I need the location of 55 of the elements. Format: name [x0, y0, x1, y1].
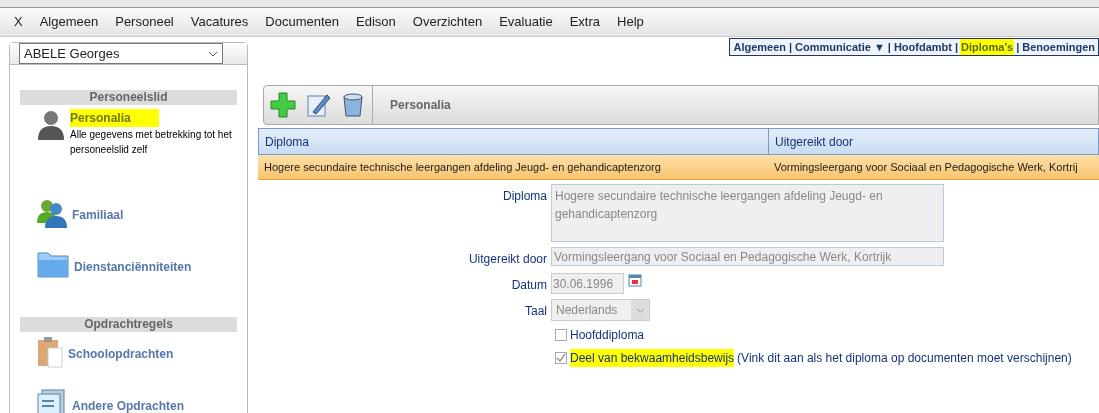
nav-link[interactable]: Dienstanciënniteiten [74, 258, 192, 276]
field-label: Taal [524, 303, 547, 320]
field-label: Uitgereikt door [467, 251, 547, 268]
calendar-icon[interactable] [628, 273, 642, 287]
tab-separator: | [953, 39, 960, 55]
menu-item[interactable]: X [14, 12, 23, 32]
checkbox[interactable] [555, 352, 567, 364]
toolbar-title: Personalia [390, 97, 451, 114]
tab[interactable]: Hoofdambt [892, 38, 953, 56]
plus-icon[interactable] [270, 92, 296, 118]
tab[interactable]: Algemeen [732, 38, 787, 56]
tab-separator: | [886, 39, 892, 55]
checkbox-label: Hoofddiploma [570, 327, 645, 344]
table-cell-text: Vormingsleergang voor Sociaal en Pedagogische Werk, Kortrij [773, 159, 1079, 175]
menu-item[interactable]: Personeel [115, 12, 174, 32]
chevron-down-icon [635, 307, 645, 313]
check-icon [556, 353, 566, 363]
column-header[interactable]: Diploma [259, 129, 769, 154]
person-select[interactable]: ABELE Georges [19, 43, 223, 64]
table-row[interactable]: Hogere secundaire technische leergangen afdeling Jeugd- en gehandicaptenzorg Vormingsleergang voor Sociaal en Pedagogische Werk, Kortrij [258, 155, 1099, 180]
nav-link[interactable]: Personalia [70, 109, 159, 127]
folder-icon [36, 249, 70, 279]
nav-link[interactable]: Schoolopdrachten [68, 345, 174, 363]
pencil-icon[interactable] [305, 92, 331, 118]
nav-link[interactable]: Andere Opdrachten [72, 397, 185, 413]
checkbox[interactable] [555, 329, 567, 341]
clipboard-icon [36, 336, 64, 368]
person-icon [36, 109, 66, 141]
column-header[interactable]: Uitgereikt door [769, 129, 1098, 154]
tab[interactable]: Communicatie ▼ [794, 38, 886, 56]
menu-item[interactable]: Help [617, 12, 644, 32]
menu-item[interactable]: Evaluatie [499, 12, 553, 32]
menu-item[interactable]: Extra [569, 12, 600, 32]
tab[interactable]: Diploma's [960, 38, 1015, 56]
tab-separator: | [788, 39, 794, 55]
section-heading: Personeelslid [20, 90, 237, 105]
checkbox-label: Deel van bekwaamheidsbewijs [570, 349, 735, 367]
tab-separator: | [1015, 39, 1021, 55]
menu-item[interactable]: Edison [356, 12, 396, 32]
menu-item[interactable]: Vacatures [190, 12, 249, 32]
menu-item[interactable]: Algemeen [39, 12, 99, 32]
section-heading: Opdrachtregels [20, 317, 237, 332]
nav-link[interactable]: Familiaal [72, 206, 124, 224]
checkbox-hint: (Vink dit aan als het diploma op documenten moet verschijnen) [737, 350, 1072, 367]
people-icon [36, 197, 68, 229]
field-label: Datum [510, 277, 547, 294]
tab[interactable]: Benoemingen [1021, 38, 1096, 56]
field-label: Diploma [502, 188, 547, 205]
nav-description: Alle gegevens met betrekking tot het personeelslid zelf [70, 128, 233, 157]
menu-item[interactable]: Overzichten [412, 12, 483, 32]
table-cell-text: Hogere secundaire technische leergangen afdeling Jeugd- en gehandicaptenzorg [263, 159, 662, 175]
documents-icon [36, 388, 68, 413]
menu-item[interactable]: Documenten [265, 12, 340, 32]
recycle-bin-icon[interactable] [340, 92, 366, 118]
chevron-down-icon [208, 50, 218, 57]
